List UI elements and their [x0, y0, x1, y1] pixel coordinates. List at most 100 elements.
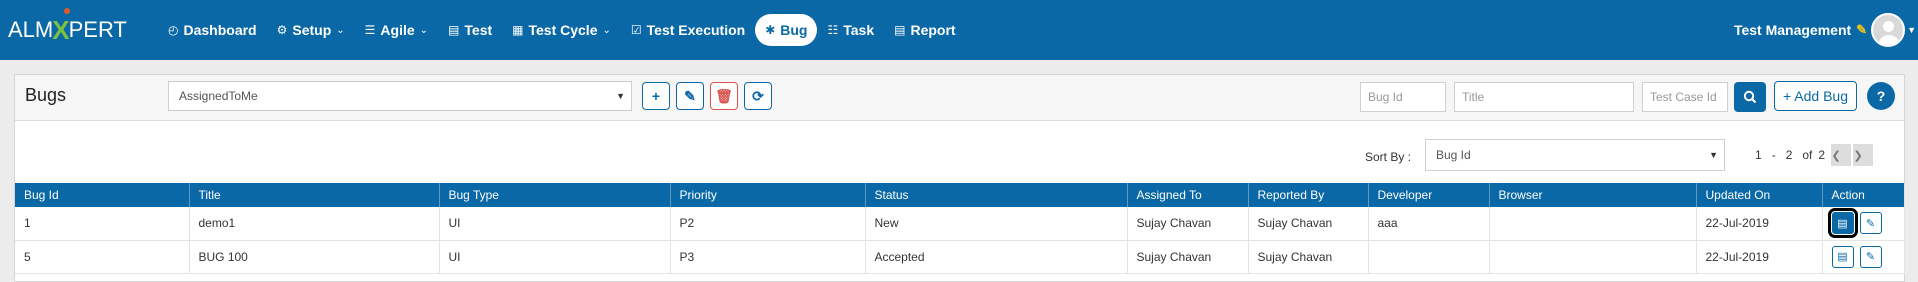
dashboard-icon: ◴ — [168, 23, 179, 37]
col-header-action: Action — [1822, 183, 1905, 207]
bugs-panel: Bugs AssignedToMe ▼ + ✎ 🗑 ⟳ Bug Id Title… — [14, 74, 1905, 282]
caret-down-icon[interactable]: ▼ — [1907, 25, 1916, 35]
col-header-developer[interactable]: Developer — [1368, 183, 1490, 207]
cell-assigned-to: Sujay Chavan — [1127, 207, 1249, 241]
cell-priority: P2 — [670, 207, 866, 241]
page-total: 2 — [1818, 148, 1826, 162]
pagination: 1 - 2 of 2 ❮ ❯ — [1755, 143, 1875, 167]
edit-filter-button[interactable]: ✎ — [676, 82, 704, 110]
chevron-left-icon: ❮ — [1831, 149, 1841, 162]
chevron-down-icon: ⌄ — [602, 24, 611, 36]
nav-task[interactable]: ☷ Task — [817, 14, 884, 46]
filter-select[interactable]: AssignedToMe ▼ — [168, 81, 632, 111]
nav-dashboard-label: Dashboard — [183, 22, 257, 38]
list-icon: ☰ — [364, 23, 376, 37]
file-text-icon: ▤ — [1837, 251, 1848, 263]
dropdown-arrow-icon: ▼ — [1709, 150, 1718, 160]
pencil-icon: ✎ — [1865, 251, 1876, 263]
prev-page-button[interactable]: ❮ — [1831, 144, 1852, 166]
filter-select-value: AssignedToMe — [179, 89, 258, 103]
edit-bug-button[interactable]: ✎ — [1859, 212, 1882, 235]
col-header-updated-on[interactable]: Updated On — [1696, 183, 1823, 207]
help-button[interactable]: ? — [1867, 82, 1895, 110]
nav-test-execution-label: Test Execution — [646, 22, 746, 38]
pencil-icon: ✎ — [1865, 217, 1876, 230]
table-row[interactable]: 5 BUG 100 UI P3 Accepted Sujay Chavan Su… — [15, 240, 1905, 274]
cell-updated-on: 22-Jul-2019 — [1696, 207, 1823, 241]
table-header-row: Bug Id Title Bug Type Priority Status As… — [15, 183, 1905, 207]
check-square-icon: ☑ — [630, 23, 642, 37]
tasks-icon: ☷ — [827, 23, 839, 37]
cell-developer: aaa — [1368, 207, 1490, 241]
cell-title: demo1 — [189, 207, 440, 241]
cell-bug-id: 1 — [15, 207, 190, 241]
nav-test-execution[interactable]: ☑ Test Execution — [621, 14, 755, 46]
add-filter-button[interactable]: + — [642, 82, 670, 110]
plus-icon: + — [651, 88, 661, 104]
cell-status: New — [865, 207, 1128, 241]
col-header-priority[interactable]: Priority — [670, 183, 866, 207]
delete-filter-button[interactable]: 🗑 — [710, 82, 738, 110]
dropdown-arrow-icon: ▼ — [616, 91, 625, 101]
nav-bug-label: Bug — [780, 22, 808, 38]
col-header-status[interactable]: Status — [865, 183, 1128, 207]
chevron-right-icon: ❯ — [1853, 149, 1863, 162]
cogs-icon: ⚙ — [276, 23, 288, 37]
page-to: 2 — [1785, 148, 1793, 162]
view-bug-button[interactable]: ▤ — [1827, 208, 1858, 239]
col-header-reported-by[interactable]: Reported By — [1248, 183, 1369, 207]
cell-browser — [1489, 207, 1697, 241]
nav-report-label: Report — [910, 22, 956, 38]
table-icon: ▦ — [512, 23, 524, 37]
nav-test-cycle[interactable]: ▦ Test Cycle ⌄ — [502, 14, 621, 46]
pencil-icon: ✎ — [684, 87, 696, 104]
report-icon: ▤ — [894, 23, 906, 37]
nav-report[interactable]: ▤ Report — [884, 14, 965, 46]
top-navbar: ALM X PERT ◴ Dashboard ⚙ Setup ⌄ ☰ Agile ⌄… — [0, 0, 1918, 60]
view-bug-button[interactable]: ▤ — [1831, 245, 1854, 268]
page-from: 1 — [1755, 148, 1762, 162]
nav-setup[interactable]: ⚙ Setup ⌄ — [267, 14, 355, 46]
refresh-button[interactable]: ⟳ — [744, 82, 772, 110]
table-row[interactable]: 1 demo1 UI P2 New Sujay Chavan Sujay Cha… — [15, 207, 1905, 241]
avatar[interactable] — [1871, 13, 1906, 47]
user-menu[interactable]: Test Management ✎ ▼ — [1734, 0, 1918, 60]
nav-test[interactable]: ▤ Test — [438, 14, 502, 46]
almxpert-logo[interactable]: ALM X PERT — [8, 5, 136, 55]
title-search-input[interactable]: Title — [1454, 82, 1634, 112]
cell-bug-type: UI — [439, 207, 671, 241]
test-case-id-search-input[interactable]: Test Case Id — [1642, 82, 1728, 112]
file-icon: ▤ — [448, 23, 460, 37]
trash-icon: 🗑 — [715, 87, 733, 104]
nav-agile[interactable]: ☰ Agile ⌄ — [355, 14, 438, 46]
cell-reported-by: Sujay Chavan — [1248, 207, 1369, 241]
col-header-bug-type[interactable]: Bug Type — [439, 183, 671, 207]
logo-text-left: ALM — [8, 17, 54, 42]
bugs-table: Bug Id Title Bug Type Priority Status As… — [15, 183, 1905, 274]
cell-action: ▤ ✎ — [1822, 240, 1905, 274]
edit-bug-button[interactable]: ✎ — [1859, 245, 1882, 268]
cell-updated-on: 22-Jul-2019 — [1696, 240, 1823, 274]
pencil-icon[interactable]: ✎ — [1856, 22, 1867, 38]
project-name[interactable]: Test Management — [1734, 22, 1851, 38]
nav-bug[interactable]: ✱ Bug — [755, 14, 818, 46]
col-header-assigned-to[interactable]: Assigned To — [1127, 183, 1249, 207]
refresh-icon: ⟳ — [752, 87, 764, 104]
nav-test-cycle-label: Test Cycle — [528, 22, 598, 38]
search-button[interactable] — [1734, 82, 1766, 112]
sort-by-select[interactable]: Bug Id ▼ — [1425, 139, 1725, 171]
sort-by-label: Sort By : — [1365, 150, 1412, 164]
bug-id-search-input[interactable]: Bug Id — [1360, 82, 1446, 112]
panel-header: Bugs AssignedToMe ▼ + ✎ 🗑 ⟳ Bug Id Title… — [15, 75, 1904, 121]
cell-bug-type: UI — [439, 240, 671, 274]
col-header-browser[interactable]: Browser — [1489, 183, 1697, 207]
nav-agile-label: Agile — [380, 22, 415, 38]
next-page-button[interactable]: ❯ — [1853, 144, 1874, 166]
cell-assigned-to: Sujay Chavan — [1127, 240, 1249, 274]
add-bug-button[interactable]: + Add Bug — [1774, 81, 1858, 111]
nav-setup-label: Setup — [292, 22, 332, 38]
cell-developer — [1368, 240, 1490, 274]
col-header-bug-id[interactable]: Bug Id — [15, 183, 190, 207]
nav-dashboard[interactable]: ◴ Dashboard — [158, 14, 267, 46]
col-header-title[interactable]: Title — [189, 183, 440, 207]
